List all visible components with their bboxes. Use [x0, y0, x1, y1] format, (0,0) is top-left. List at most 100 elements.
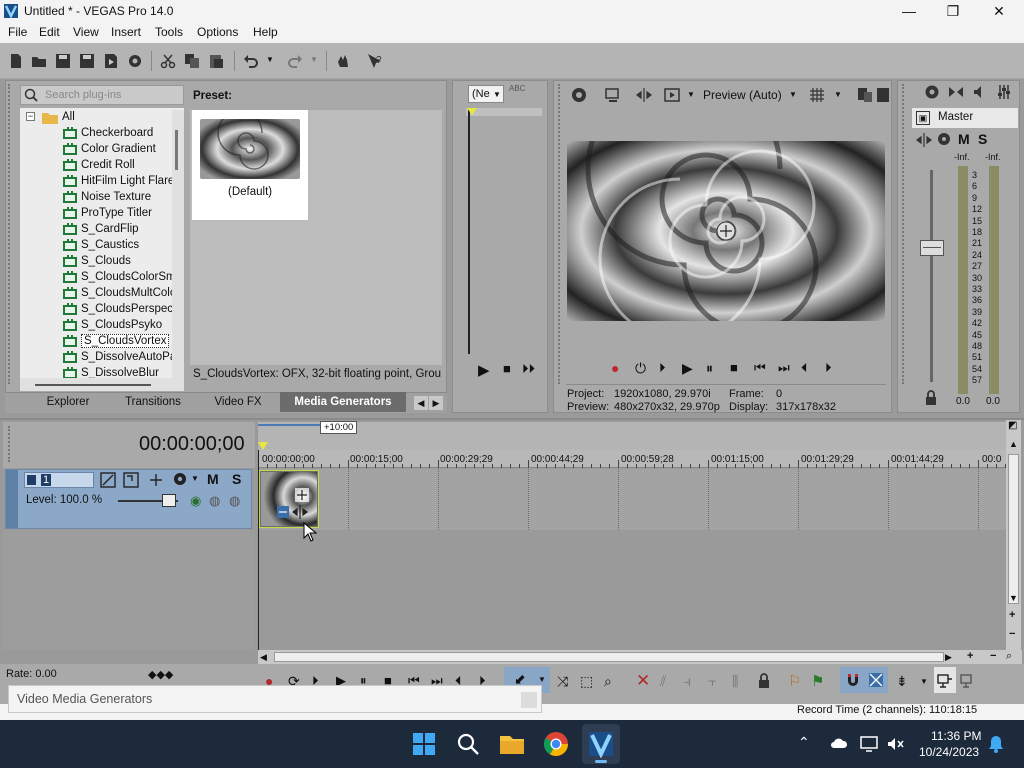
record-icon[interactable]: ●	[611, 360, 619, 376]
tab-scroll-left-icon[interactable]: ◀	[414, 396, 428, 410]
split-screen-icon[interactable]	[635, 86, 653, 104]
trimmer-play-icon[interactable]: ▶	[478, 361, 490, 379]
master-fx-chain-icon[interactable]	[936, 131, 952, 147]
new-file-icon[interactable]	[8, 53, 24, 69]
zoom-out-horizontal-icon[interactable]: −	[990, 650, 996, 662]
timeline-empty-area[interactable]	[258, 530, 1008, 650]
vegas-taskbar-button[interactable]	[582, 724, 620, 764]
overlays-dropdown-icon[interactable]: ▼	[687, 90, 695, 99]
display-settings-icon[interactable]	[860, 736, 878, 752]
track-solo-button[interactable]: S	[232, 471, 241, 487]
compositing-mode-icon[interactable]: ◉	[190, 493, 201, 509]
cut-icon[interactable]	[160, 53, 176, 69]
lock-envelopes-icon[interactable]	[937, 672, 953, 688]
trim-start-icon[interactable]: ⫞	[684, 673, 691, 690]
event-pan-crop-icon[interactable]	[294, 487, 310, 503]
menu-edit[interactable]: Edit	[39, 25, 60, 39]
taskbar-date[interactable]: 10/24/2023	[919, 745, 979, 759]
master-fx-icon[interactable]: ▣	[916, 111, 930, 125]
zoom-in-vertical-icon[interactable]: +	[1009, 609, 1015, 621]
scrollbar-thumb[interactable]	[274, 652, 944, 662]
event-fx-icon[interactable]	[276, 505, 290, 519]
delete-icon[interactable]: ✕	[636, 671, 650, 691]
plugin-list-item[interactable]: S_CloudsPerspective	[20, 302, 184, 318]
timeline-options-icon[interactable]: ◩	[1008, 420, 1017, 431]
trim-end-icon[interactable]: ⫟	[708, 673, 716, 690]
plugin-list-item[interactable]: Credit Roll	[20, 158, 172, 174]
play-from-start-icon[interactable]: ⏵	[659, 360, 666, 376]
next-frame-icon[interactable]: ⏵	[825, 360, 832, 376]
plugin-list-item[interactable]: S_DissolveBlur	[20, 366, 172, 378]
plugin-list-item[interactable]: Color Gradient	[20, 142, 172, 158]
preview-quality-chevron-icon[interactable]: ▼	[789, 90, 797, 99]
zoom-in-horizontal-icon[interactable]: +	[967, 650, 973, 662]
external-monitor-icon[interactable]	[604, 86, 622, 104]
master-mute-button[interactable]: M	[958, 131, 970, 147]
rate-slider-icon[interactable]: ◆◆◆	[148, 668, 173, 681]
scroll-up-icon[interactable]: ▲	[1009, 439, 1018, 449]
panel-grip[interactable]	[558, 84, 562, 384]
close-button[interactable]: ✕	[976, 0, 1022, 23]
properties-gear-icon[interactable]	[127, 53, 143, 69]
tab-video-fx[interactable]: Video FX	[206, 392, 270, 412]
zoom-tool-icon[interactable]: ⌕	[1006, 650, 1012, 663]
tree-vertical-scrollbar[interactable]	[172, 110, 184, 378]
insert-region-icon[interactable]: ⚑	[811, 672, 824, 690]
plugin-list-item[interactable]: S_Caustics	[20, 238, 172, 254]
taskbar-time[interactable]: 11:36 PM	[931, 729, 981, 743]
zoom-edit-tool-icon[interactable]: ⌕	[604, 673, 612, 690]
tree-horizontal-scrollbar[interactable]	[20, 378, 184, 391]
track-settings-dropdown-icon[interactable]: ▼	[191, 474, 199, 483]
loop-playback-icon[interactable]: ⏻	[635, 360, 646, 377]
split-icon[interactable]: ⫼	[732, 673, 738, 690]
onedrive-icon[interactable]	[830, 736, 848, 752]
loop-region-bar[interactable]	[258, 424, 320, 430]
panel-grip[interactable]	[8, 84, 16, 384]
track-settings-gear-icon[interactable]	[172, 471, 188, 487]
menu-insert[interactable]: Insert	[111, 25, 141, 39]
track-level-handle[interactable]	[162, 494, 176, 507]
plugin-list-item[interactable]: Checkerboard	[20, 126, 172, 142]
undo-icon[interactable]	[243, 53, 259, 69]
previous-frame-icon[interactable]: ⏴	[801, 360, 808, 376]
sort-abc-icon[interactable]: ABC	[509, 84, 525, 93]
track-motion-icon[interactable]	[100, 472, 116, 488]
stop-icon[interactable]: ■	[730, 360, 738, 375]
tab-transitions[interactable]: Transitions	[118, 392, 188, 412]
lock-icon[interactable]	[924, 390, 938, 406]
tab-media-generators[interactable]: Media Generators	[280, 392, 406, 412]
make-compositing-child-icon[interactable]: ◍	[229, 493, 240, 509]
plugin-list-item[interactable]: S_Clouds	[20, 254, 172, 270]
track-name-field[interactable]: 1	[24, 472, 94, 488]
show-hidden-icons-icon[interactable]: ⌃	[798, 734, 810, 751]
parent-compositing-icon[interactable]: ◍	[209, 493, 220, 509]
paste-icon[interactable]	[208, 53, 224, 69]
tab-scroll-right-icon[interactable]: ▶	[429, 396, 443, 410]
redo-icon[interactable]	[287, 53, 303, 69]
master-fader-handle[interactable]	[920, 240, 944, 256]
lock-event-icon[interactable]	[757, 673, 771, 689]
preview-settings-gear-icon[interactable]	[570, 86, 588, 104]
plugin-list-item[interactable]: ProType Titler	[20, 206, 172, 222]
mixer-faders-icon[interactable]	[996, 84, 1012, 100]
video-track-lane[interactable]	[258, 469, 1008, 530]
overlays-icon[interactable]	[663, 86, 681, 104]
pause-icon[interactable]: ⏸	[706, 360, 713, 377]
trimmer-stop-icon[interactable]: ■	[503, 361, 511, 376]
track-mute-button[interactable]: M	[207, 471, 219, 487]
timeline-horizontal-scrollbar[interactable]: ◀ ▶ + − ⌕	[258, 650, 1022, 664]
collapse-icon[interactable]: −	[26, 112, 35, 121]
open-folder-icon[interactable]	[31, 53, 47, 69]
grid-icon[interactable]	[808, 86, 826, 104]
go-to-end-icon[interactable]: ⏭	[778, 360, 790, 376]
ripple-dropdown-icon[interactable]: ▼	[920, 677, 928, 686]
edit-tool-dropdown-icon[interactable]: ▼	[538, 675, 546, 684]
scroll-down-icon[interactable]: ▼	[1009, 593, 1018, 603]
track-fx-icon[interactable]	[123, 472, 139, 488]
plugin-list-item[interactable]: HitFilm Light Flares	[20, 174, 180, 190]
preview-quality-dropdown[interactable]: Preview (Auto)	[703, 88, 782, 102]
plugin-list-item[interactable]: S_CloudsMultColor	[20, 286, 180, 302]
plugin-list-item[interactable]: S_CloudsPsyko	[20, 318, 172, 334]
play-icon[interactable]: ▶	[682, 360, 693, 377]
undo-dropdown-icon[interactable]: ▼	[266, 55, 274, 64]
